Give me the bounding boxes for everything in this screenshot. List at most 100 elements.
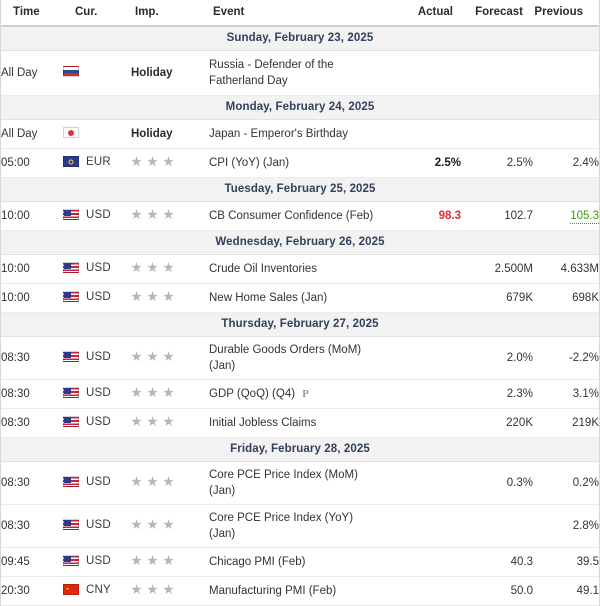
importance-stars[interactable] (131, 416, 174, 427)
star-icon (147, 416, 158, 427)
column-header-forecast[interactable]: Forecast (461, 0, 533, 27)
event-name-cell[interactable]: Initial Jobless Claims (209, 408, 389, 438)
column-header-actual[interactable]: Actual (389, 0, 461, 27)
event-row[interactable]: 20:30 CNY Manufacturing PMI (Feb) 50.0 49.1 (1, 576, 599, 606)
star-icon (147, 519, 158, 530)
event-name-cell[interactable]: New Home Sales (Jan) (209, 283, 389, 313)
event-name-cell[interactable]: Crude Oil Inventories (209, 254, 389, 284)
star-icon (131, 156, 142, 167)
column-header-previous[interactable]: Previous (533, 0, 599, 27)
importance-stars[interactable] (131, 584, 174, 595)
event-importance (131, 504, 209, 548)
event-row[interactable]: 05:00 EUR CPI (YoY) (Jan) 2.5% 2.5% 2.4% (1, 148, 599, 178)
event-row[interactable]: 08:30 USD GDP (QoQ) (Q4) P 2.3% 3.1% (1, 379, 599, 409)
event-currency: USD (63, 201, 131, 231)
event-actual (389, 504, 461, 548)
currency-code: USD (86, 350, 111, 363)
us-flag-icon (63, 262, 79, 274)
event-importance (131, 283, 209, 313)
star-icon (131, 584, 142, 595)
event-row[interactable]: 08:30 USD Core PCE Price Index (MoM) (Jan) 0… (1, 461, 599, 505)
previous-value[interactable]: 105.3 (570, 210, 599, 224)
event-name: Crude Oil Inventories (209, 263, 318, 275)
previous-value: 0.2% (572, 477, 599, 489)
currency-code: USD (86, 475, 111, 488)
event-row[interactable]: 10:00 USD New Home Sales (Jan) 679K 698K (1, 283, 599, 313)
event-actual (389, 408, 461, 438)
importance-stars[interactable] (131, 156, 174, 167)
event-name-cell[interactable]: Japan - Emperor's Birthday (209, 119, 389, 149)
event-actual (389, 119, 461, 149)
importance-stars[interactable] (131, 519, 174, 530)
star-icon (163, 519, 174, 530)
event-previous: 2.8% (533, 504, 599, 548)
event-currency: USD (63, 504, 131, 548)
importance-stars[interactable] (131, 209, 174, 220)
event-name-cell[interactable]: Manufacturing PMI (Feb) (209, 576, 389, 606)
event-row[interactable]: 09:45 USD Chicago PMI (Feb) 40.3 39.5 (1, 547, 599, 577)
event-row[interactable]: 08:30 USD Initial Jobless Claims 220K 219K (1, 408, 599, 438)
event-previous: 0.2% (533, 461, 599, 505)
importance-stars[interactable] (131, 351, 174, 362)
star-icon (147, 584, 158, 595)
importance-stars[interactable] (131, 291, 174, 302)
us-flag-icon (63, 387, 79, 399)
jp-flag-icon (63, 127, 79, 138)
currency-code: USD (86, 518, 111, 531)
previous-value: 49.1 (576, 585, 599, 597)
star-icon (147, 209, 158, 220)
column-header-currency[interactable]: Cur. (63, 0, 131, 27)
column-header-time[interactable]: Time (1, 0, 63, 27)
importance-stars[interactable] (131, 262, 174, 273)
star-icon (131, 519, 142, 530)
event-name-cell[interactable]: Chicago PMI (Feb) (209, 547, 389, 577)
event-row[interactable]: 10:00 USD CB Consumer Confidence (Feb) 98.3… (1, 201, 599, 231)
event-row[interactable]: 08:30 USD Core PCE Price Index (YoY) (Jan) 2… (1, 504, 599, 548)
event-forecast: 220K (461, 408, 533, 438)
event-time: 08:30 (1, 379, 63, 409)
event-name-cell[interactable]: Core PCE Price Index (MoM) (Jan) (209, 461, 389, 505)
event-previous: 698K (533, 283, 599, 313)
eu-flag-icon (63, 156, 79, 168)
event-name: Russia - Defender of the Fatherland Day (209, 59, 334, 87)
event-row[interactable]: All Day Holiday Russia - Defender of the F… (1, 50, 599, 96)
header-row: Time Cur. Imp. Event Actual Forecast Pre… (1, 0, 599, 27)
star-icon (163, 156, 174, 167)
event-actual (389, 336, 461, 380)
event-name-cell[interactable]: Core PCE Price Index (YoY) (Jan) (209, 504, 389, 548)
event-name-cell[interactable]: Russia - Defender of the Fatherland Day (209, 50, 389, 96)
event-time: 05:00 (1, 148, 63, 178)
ru-flag-icon (63, 66, 79, 77)
star-icon (131, 209, 142, 220)
event-row[interactable]: 10:00 USD Crude Oil Inventories 2.500M 4.633… (1, 254, 599, 284)
event-name-cell[interactable]: CPI (YoY) (Jan) (209, 148, 389, 178)
event-row[interactable]: All Day Holiday Japan - Emperor's Birthday (1, 119, 599, 149)
event-time: 08:30 (1, 461, 63, 505)
event-previous: 3.1% (533, 379, 599, 409)
event-name-cell[interactable]: GDP (QoQ) (Q4) P (209, 379, 389, 409)
importance-stars[interactable] (131, 387, 174, 398)
event-name-cell[interactable]: Durable Goods Orders (MoM) (Jan) (209, 336, 389, 380)
currency-code: USD (86, 290, 111, 303)
importance-stars[interactable] (131, 555, 174, 566)
importance-stars[interactable] (131, 476, 174, 487)
event-name-cell[interactable]: CB Consumer Confidence (Feb) (209, 201, 389, 231)
currency-code: EUR (86, 155, 111, 168)
event-name: Core PCE Price Index (YoY) (209, 512, 354, 524)
event-importance (131, 408, 209, 438)
previous-value: 4.633M (560, 263, 599, 275)
column-header-importance[interactable]: Imp. (131, 0, 209, 27)
event-time: All Day (1, 119, 63, 149)
star-icon (147, 387, 158, 398)
day-separator-row: Sunday, February 23, 2025 (1, 25, 599, 51)
previous-value: 2.8% (572, 520, 599, 532)
event-row[interactable]: 08:30 USD Durable Goods Orders (MoM) (Jan) 2… (1, 336, 599, 380)
currency-code: USD (86, 554, 111, 567)
day-label: Monday, February 24, 2025 (1, 95, 599, 120)
star-icon (163, 291, 174, 302)
star-icon (131, 262, 142, 273)
column-header-event[interactable]: Event (209, 0, 389, 27)
star-icon (147, 351, 158, 362)
event-name: GDP (QoQ) (Q4) (209, 388, 296, 400)
us-flag-icon (63, 291, 79, 303)
